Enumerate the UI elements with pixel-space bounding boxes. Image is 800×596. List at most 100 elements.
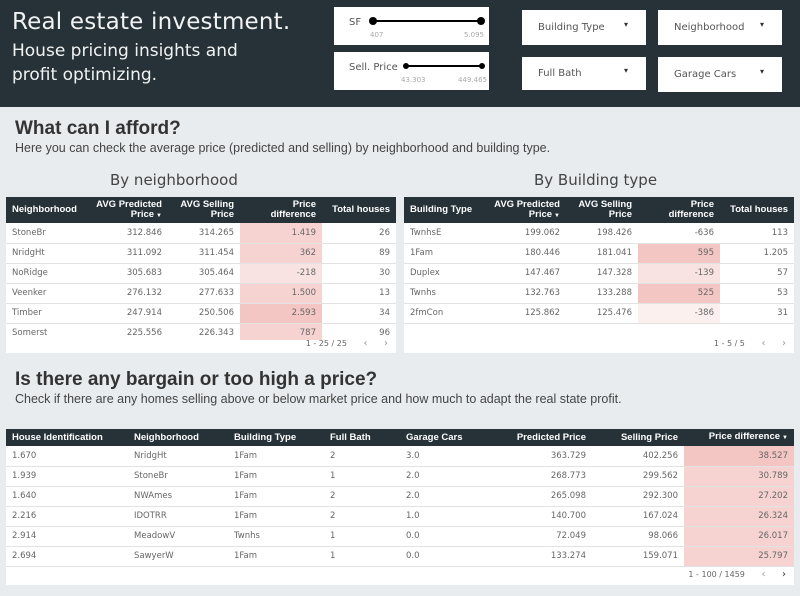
table-cell: 30 [322,263,396,284]
table-row[interactable]: NoRidge 305.683 305.464 -218 30 [6,263,396,284]
table-cell: 402.256 [592,446,684,467]
table-row[interactable]: 1.640 NWAmes 1Fam 2 2.0 265.098 292.300 27.202 [6,486,794,507]
table-cell: 1Fam [228,506,324,527]
price-difference-cell: 595 [638,243,720,264]
table-cell: 26 [322,223,396,244]
column-header[interactable]: Total houses [720,197,794,223]
table-row[interactable]: 1Fam 180.446 181.041 595 1.205 [404,243,794,264]
next-page-icon[interactable]: › [782,338,786,349]
sell-price-slider-min-handle[interactable] [403,63,409,69]
price-difference-cell: 26.324 [684,506,794,527]
price-difference-cell: 26.017 [684,526,794,547]
column-header[interactable]: Building Type [228,429,324,446]
table-cell: 147.328 [566,263,638,284]
chevron-down-icon: ▾ [759,20,764,29]
next-page-icon[interactable]: › [384,338,388,349]
table-cell: Duplex [404,263,488,284]
table-row[interactable]: TwnhsE 199.062 198.426 -636 113 [404,223,794,244]
column-header[interactable]: Full Bath [324,429,400,446]
sell-price-slider-track[interactable] [403,63,485,69]
prev-page-icon[interactable]: ‹ [761,569,765,580]
column-header[interactable]: Price difference [240,197,322,223]
table-cell: 125.476 [566,303,638,324]
column-header[interactable]: House Identification [6,429,128,446]
sf-slider-min-value: 407 [370,31,384,39]
neighborhood-table-pagination: 1 - 25 / 25 ‹ › [306,338,388,349]
garage-cars-dropdown[interactable]: Garage Cars ▾ [658,57,782,92]
full-bath-dropdown[interactable]: Full Bath ▾ [522,57,646,90]
price-difference-cell: 362 [240,243,322,264]
prev-page-icon[interactable]: ‹ [761,338,765,349]
table-cell: 159.071 [592,546,684,567]
column-header[interactable]: Selling Price [592,429,684,446]
table-row[interactable]: NridgHt 311.092 311.454 362 89 [6,243,396,264]
sf-slider-label: SF [349,17,362,28]
column-header-sorted[interactable]: AVG Predicted Price ▼ [90,197,168,223]
table-cell: 2 [324,506,400,527]
table-row[interactable]: StoneBr 312.846 314.265 1.419 26 [6,223,396,244]
table-cell: 2.216 [6,506,128,527]
table-cell: 132.763 [488,283,566,304]
houses-table-pagination: 1 - 100 / 1459 ‹ › [688,569,786,580]
table-row[interactable]: 2.216 IDOTRR 1Fam 2 1.0 140.700 167.024 26.324 [6,506,794,527]
table-cell: 2 [324,446,400,467]
table-row[interactable]: Timber 247.914 250.506 2.593 34 [6,303,396,324]
table-cell: 2 [324,486,400,507]
column-header-label: AVG Predicted Price [96,198,162,220]
table-cell: NWAmes [128,486,228,507]
column-header[interactable]: AVG Selling Price [566,197,638,223]
column-header[interactable]: Garage Cars [400,429,482,446]
prev-page-icon[interactable]: ‹ [363,338,367,349]
table-cell: 247.914 [90,303,168,324]
table-cell: 53 [720,283,794,304]
table-row[interactable]: Duplex 147.467 147.328 -139 57 [404,263,794,284]
sf-slider-track[interactable] [369,17,485,25]
table-cell: 72.049 [482,526,592,547]
column-header[interactable]: Total houses [322,197,396,223]
table-cell: 3.0 [400,446,482,467]
table-cell: 2fmCon [404,303,488,324]
table-cell: 1Fam [228,446,324,467]
sell-price-range-slider[interactable]: Sell. Price 43.303 449.465 [334,52,489,90]
table-row[interactable]: Twnhs 132.763 133.288 525 53 [404,283,794,304]
column-header-sorted[interactable]: AVG Predicted Price ▼ [488,197,566,223]
subtitle-line-1: House pricing insights and [12,41,238,61]
table-row[interactable]: 2.914 MeadowV Twnhs 1 0.0 72.049 98.066 26.017 [6,526,794,547]
table-cell: 312.846 [90,223,168,244]
building-type-table-panel: Building Type AVG Predicted Price ▼ AVG S… [404,197,794,353]
table-cell: 89 [322,243,396,264]
sf-slider-max-handle[interactable] [477,17,485,25]
next-page-icon[interactable]: › [782,569,786,580]
table-row[interactable]: 1.670 NridgHt 1Fam 2 3.0 363.729 402.256 38.527 [6,446,794,467]
table-row[interactable]: Veenker 276.132 277.633 1.500 13 [6,283,396,304]
table-header-row: House Identification Neighborhood Buildi… [6,429,794,446]
pagination-label: 1 - 25 / 25 [305,339,347,348]
table-row[interactable]: 1.939 StoneBr 1Fam 1 2.0 268.773 299.562 30.789 [6,466,794,487]
sf-range-slider[interactable]: SF 407 5.095 [334,7,489,45]
column-header[interactable]: Building Type [404,197,488,223]
building-type-dropdown[interactable]: Building Type ▾ [522,10,646,45]
table-cell: SawyerW [128,546,228,567]
column-header[interactable]: Price difference [638,197,720,223]
column-header[interactable]: Neighborhood [128,429,228,446]
column-header-sorted[interactable]: Price difference ▼ [684,429,794,446]
table-row[interactable]: 2fmCon 125.862 125.476 -386 31 [404,303,794,324]
bargain-section-description: Check if there are any homes selling abo… [15,392,622,406]
table-cell: 57 [720,263,794,284]
table-cell: 0.0 [400,546,482,567]
table-cell: 133.288 [566,283,638,304]
table-row[interactable]: 2.694 SawyerW 1Fam 1 0.0 133.274 159.071 25.797 [6,546,794,567]
column-header[interactable]: Neighborhood [6,197,90,223]
table-cell: 2.0 [400,466,482,487]
price-difference-cell: 525 [638,283,720,304]
table-cell: 250.506 [168,303,240,324]
sell-price-slider-max-handle[interactable] [479,63,485,69]
neighborhood-dropdown[interactable]: Neighborhood ▾ [658,10,782,45]
sf-slider-min-handle[interactable] [369,17,377,25]
column-header[interactable]: AVG Selling Price [168,197,240,223]
table-cell: Twnhs [228,526,324,547]
price-difference-cell: -218 [240,263,322,284]
table-cell: StoneBr [6,223,90,244]
table-cell: 2.0 [400,486,482,507]
column-header[interactable]: Predicted Price [482,429,592,446]
